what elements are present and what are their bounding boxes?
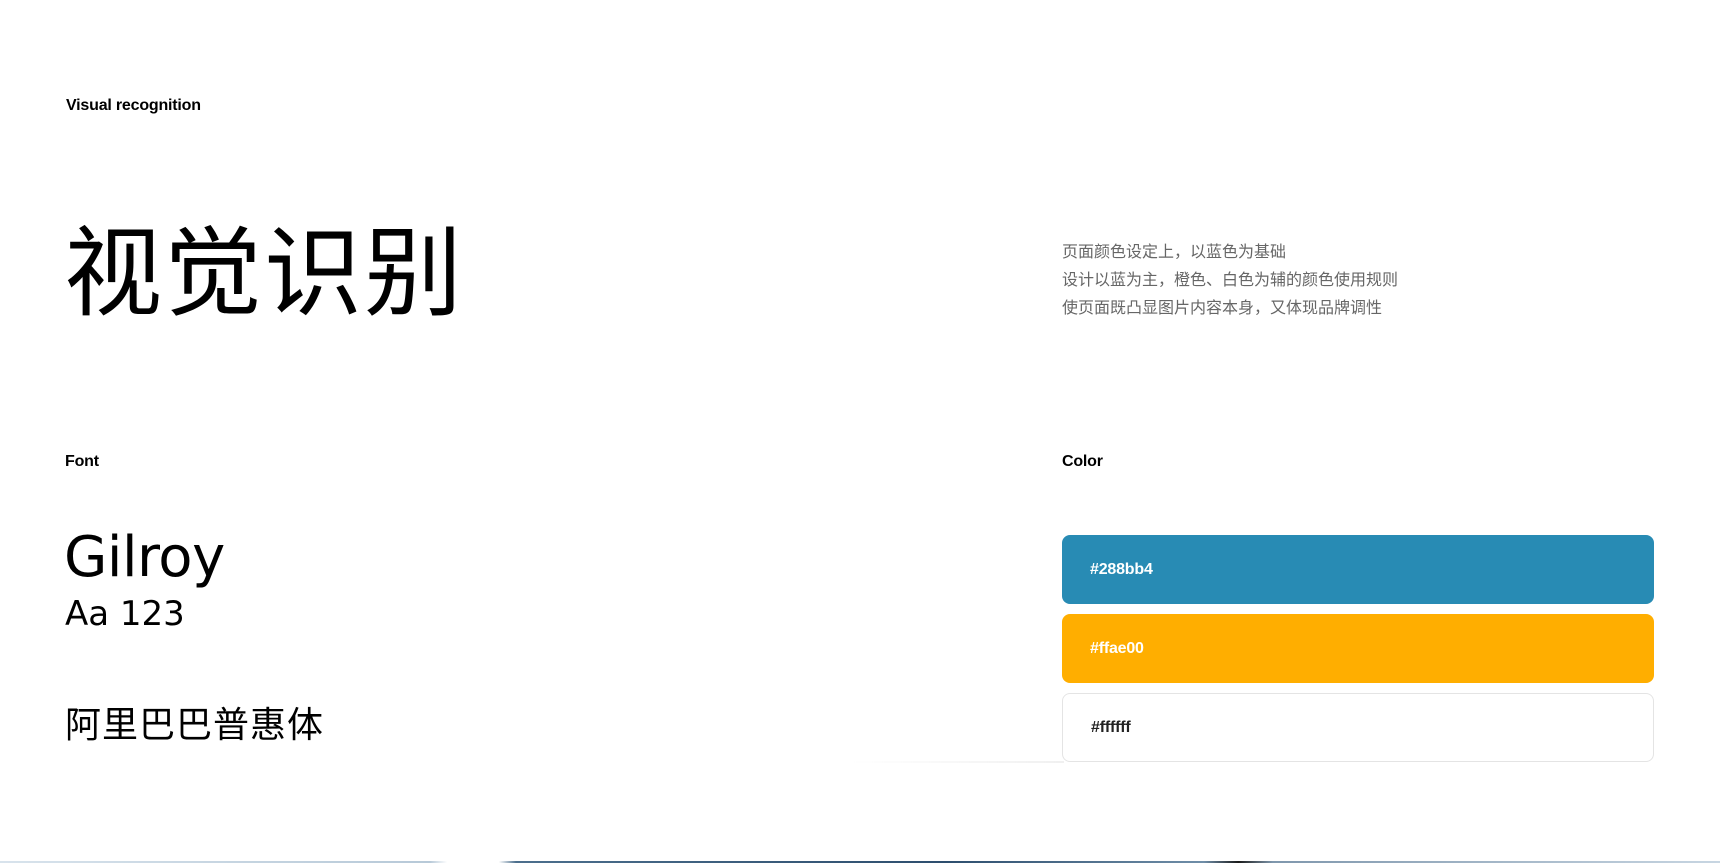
section-label-font: Font [65,453,99,470]
color-swatch-orange: #ffae00 [1062,614,1654,683]
section-label-color: Color [1062,453,1103,470]
swatch-hex-label: #ffffff [1091,719,1131,736]
section-label-visual-recognition: Visual recognition [66,97,201,114]
color-swatch-white: #ffffff [1062,693,1654,762]
latin-font-name: Gilroy [64,525,225,590]
swatch-hex-label: #ffae00 [1090,640,1144,657]
visual-recognition-page: Visual recognition 视觉识别 页面颜色设定上，以蓝色为基础 设… [0,0,1720,863]
page-title: 视觉识别 [64,217,465,331]
description-line: 使页面既凸显图片内容本身，又体现品牌调性 [1062,298,1383,317]
chinese-font-name: 阿里巴巴普惠体 [65,705,325,746]
description-block: 页面颜色设定上，以蓝色为基础 设计以蓝为主，橙色、白色为辅的颜色使用规则 使页面… [1062,238,1562,322]
description-line: 设计以蓝为主，橙色、白色为辅的颜色使用规则 [1062,270,1399,289]
description-line: 页面颜色设定上，以蓝色为基础 [1062,242,1287,261]
divider [850,761,1064,763]
swatch-hex-label: #288bb4 [1090,561,1153,578]
latin-font-sample: Aa 123 [65,594,185,634]
color-swatch-blue: #288bb4 [1062,535,1654,604]
